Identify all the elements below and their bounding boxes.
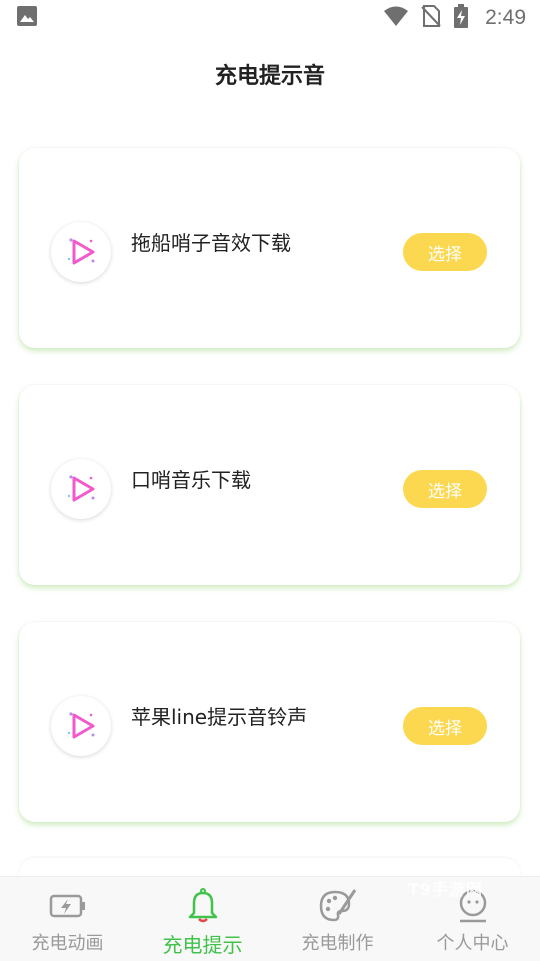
battery-charging-icon — [453, 4, 469, 32]
page-title: 充电提示音 — [214, 64, 325, 89]
tab-label: 充电提示 — [162, 933, 243, 957]
tab-charging-make[interactable]: 充电制作 — [270, 877, 405, 961]
select-button[interactable]: 选择 — [403, 707, 487, 745]
play-icon — [67, 475, 95, 502]
watermark: T9手游网 — [408, 880, 484, 899]
play-button[interactable] — [51, 459, 111, 519]
bell-icon — [186, 887, 220, 925]
play-button[interactable] — [51, 696, 111, 756]
tab-label: 个人中心 — [436, 933, 509, 954]
palette-icon — [319, 887, 357, 925]
play-icon — [67, 712, 95, 739]
no-sim-icon — [421, 4, 441, 32]
select-button[interactable]: 选择 — [403, 470, 487, 508]
sound-card[interactable]: 苹果line提示音铃声 选择 — [19, 622, 520, 822]
play-icon — [67, 238, 95, 265]
wifi-icon — [383, 5, 409, 31]
sound-name: 口哨音乐下载 — [131, 468, 251, 492]
play-button[interactable] — [51, 222, 111, 282]
status-bar: 2:49 — [0, 0, 540, 36]
tab-label: 充电制作 — [301, 933, 374, 954]
select-button[interactable]: 选择 — [403, 233, 487, 271]
status-left — [16, 5, 38, 31]
status-time: 2:49 — [485, 6, 526, 29]
sound-card[interactable]: 口哨音乐下载 选择 — [19, 385, 520, 585]
tab-charging-animation[interactable]: 充电动画 — [0, 877, 135, 961]
sound-card[interactable]: 拖船哨子音效下载 选择 — [19, 148, 520, 348]
status-right: 2:49 — [383, 4, 526, 32]
sound-name: 苹果line提示音铃声 — [131, 705, 308, 729]
tab-charging-reminder[interactable]: 充电提示 — [135, 877, 270, 961]
sound-name: 拖船哨子音效下载 — [131, 231, 291, 255]
tab-label: 充电动画 — [31, 933, 104, 954]
battery-charging-icon — [49, 887, 87, 925]
image-icon — [16, 5, 38, 31]
